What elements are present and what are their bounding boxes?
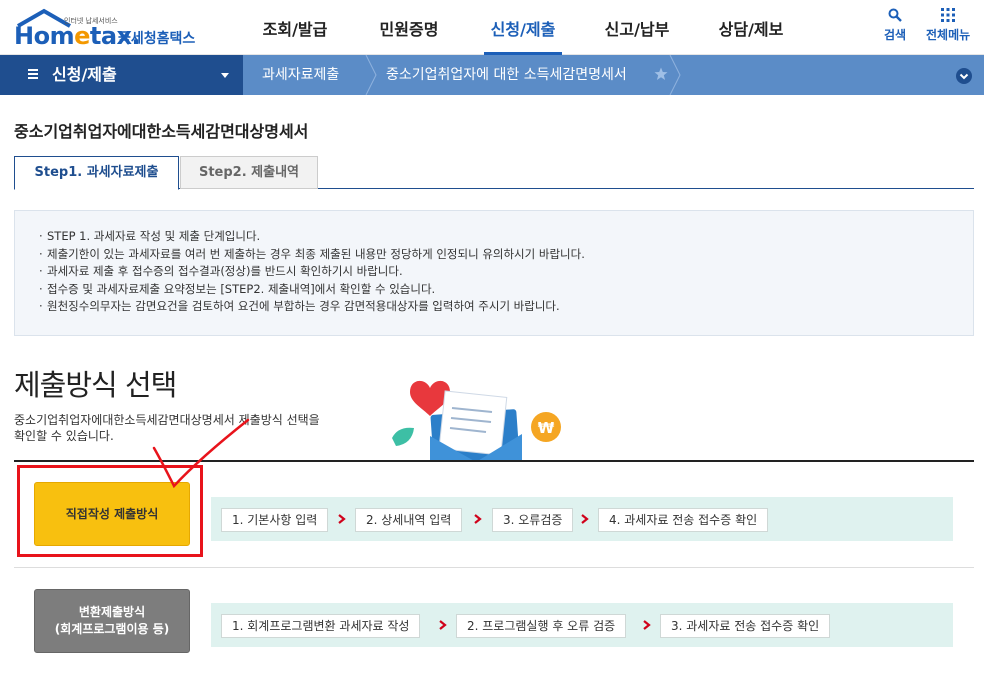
direct-step-4: 4. 과세자료 전송 접수증 확인 bbox=[598, 508, 769, 532]
logo-korean-name: 국세청홈택스 bbox=[118, 31, 196, 47]
convert-method-row: 변환제출방식 (회계프로그램이용 등) 1. 회계프로그램변환 과세자료 작성 … bbox=[14, 589, 974, 653]
breadcrumb-item-submit-data[interactable]: 과세자료제출 bbox=[262, 55, 339, 95]
annotation-checkmark-icon bbox=[152, 418, 250, 488]
envelope-illustration: ₩ bbox=[392, 380, 561, 462]
step-arrow-icon bbox=[338, 514, 346, 524]
notice-item: 제출기한이 있는 과세자료를 여러 번 제출하는 경우 최종 제출된 내용만 정… bbox=[39, 246, 973, 264]
notice-item: STEP 1. 과세자료 작성 및 제출 단계입니다. bbox=[39, 228, 973, 246]
convert-submit-button[interactable]: 변환제출방식 (회계프로그램이용 등) bbox=[34, 589, 190, 653]
direct-step-2: 2. 상세내역 입력 bbox=[355, 508, 463, 532]
hometax-logo[interactable]: 인터넷 납세서비스 Hometax. 국세청홈택스 bbox=[14, 6, 204, 50]
logo-wordmark-part1: Hom bbox=[14, 22, 75, 50]
nav-menu-dropdown[interactable]: 신청/제출 bbox=[0, 55, 243, 95]
favorite-star-icon[interactable] bbox=[654, 67, 668, 81]
convert-steps-box: 1. 회계프로그램변환 과세자료 작성 2. 프로그램실행 후 오류 검증 3.… bbox=[211, 603, 953, 647]
direct-step-3: 3. 오류검증 bbox=[492, 508, 574, 532]
notice-item: 접수증 및 과세자료제출 요약정보는 [STEP2. 제출내역]에서 확인할 수… bbox=[39, 281, 973, 299]
convert-button-line: (회계프로그램이용 등) bbox=[54, 622, 170, 636]
search-button[interactable]: 검색 bbox=[884, 8, 906, 43]
row-divider bbox=[14, 567, 974, 568]
step-tabs: Step1. 과세자료제출 Step2. 제출내역 bbox=[14, 156, 974, 190]
direct-steps-box: 1. 기본사항 입력 2. 상세내역 입력 3. 오류검증 4. 과세자료 전송… bbox=[211, 497, 953, 541]
breadcrumb-separator-icon bbox=[669, 55, 681, 95]
hamburger-icon bbox=[28, 69, 38, 79]
convert-step-1: 1. 회계프로그램변환 과세자료 작성 bbox=[221, 614, 421, 638]
global-nav: 조회/발급 민원증명 신청/제출 신고/납부 상담/제보 bbox=[238, 0, 808, 55]
logo-wordmark-accent: e bbox=[74, 22, 90, 50]
page-title: 중소기업취업자에대한소득세감면대상명세서 bbox=[14, 122, 309, 141]
grid-menu-icon bbox=[941, 8, 956, 22]
convert-button-line: 변환제출방식 bbox=[78, 605, 146, 619]
step-arrow-icon bbox=[474, 514, 482, 524]
leaf-icon bbox=[392, 427, 414, 446]
breadcrumb-separator-icon bbox=[365, 55, 377, 95]
svg-text:₩: ₩ bbox=[538, 419, 555, 437]
all-menu-label: 전체메뉴 bbox=[926, 28, 971, 42]
breadcrumb-item-current[interactable]: 중소기업취업자에 대한 소득세감면명세서 bbox=[386, 55, 627, 95]
gnb-item-apply-submit[interactable]: 신청/제출 bbox=[466, 0, 580, 55]
all-menu-button[interactable]: 전체메뉴 bbox=[926, 8, 970, 43]
direct-step-1: 1. 기본사항 입력 bbox=[221, 508, 329, 532]
top-header: 인터넷 납세서비스 Hometax. 국세청홈택스 조회/발급 민원증명 신청/… bbox=[0, 0, 984, 55]
chevron-down-icon bbox=[959, 73, 969, 80]
step-arrow-icon bbox=[439, 620, 447, 630]
breadcrumb-bar: 신청/제출 과세자료제출 중소기업취업자에 대한 소득세감면명세서 bbox=[0, 55, 984, 95]
caret-down-icon bbox=[221, 73, 229, 78]
gnb-item-certificates[interactable]: 민원증명 bbox=[352, 0, 466, 55]
gnb-item-inquiry[interactable]: 조회/발급 bbox=[238, 0, 352, 55]
gnb-item-consult[interactable]: 상담/제보 bbox=[694, 0, 808, 55]
notice-box: STEP 1. 과세자료 작성 및 제출 단계입니다. 제출기한이 있는 과세자… bbox=[14, 210, 974, 336]
gnb-item-report-pay[interactable]: 신고/납부 bbox=[580, 0, 694, 55]
nav-menu-label: 신청/제출 bbox=[52, 65, 117, 84]
convert-step-3: 3. 과세자료 전송 접수증 확인 bbox=[660, 614, 831, 638]
nav-expand-button[interactable] bbox=[956, 68, 972, 84]
search-icon bbox=[888, 8, 902, 22]
search-label: 검색 bbox=[884, 28, 907, 42]
tab-step1[interactable]: Step1. 과세자료제출 bbox=[14, 156, 179, 190]
section-title: 제출방식 선택 bbox=[14, 368, 177, 402]
convert-step-2: 2. 프로그램실행 후 오류 검증 bbox=[456, 614, 627, 638]
step-arrow-icon bbox=[581, 514, 589, 524]
tab-step2[interactable]: Step2. 제출내역 bbox=[180, 156, 318, 189]
notice-item: 과세자료 제출 후 접수증의 접수결과(정상)를 반드시 확인하기시 바랍니다. bbox=[39, 263, 973, 281]
step-arrow-icon bbox=[643, 620, 651, 630]
notice-item: 원천징수의무자는 감면요건을 검토하여 요건에 부합하는 경우 감면적용대상자를… bbox=[39, 298, 973, 316]
